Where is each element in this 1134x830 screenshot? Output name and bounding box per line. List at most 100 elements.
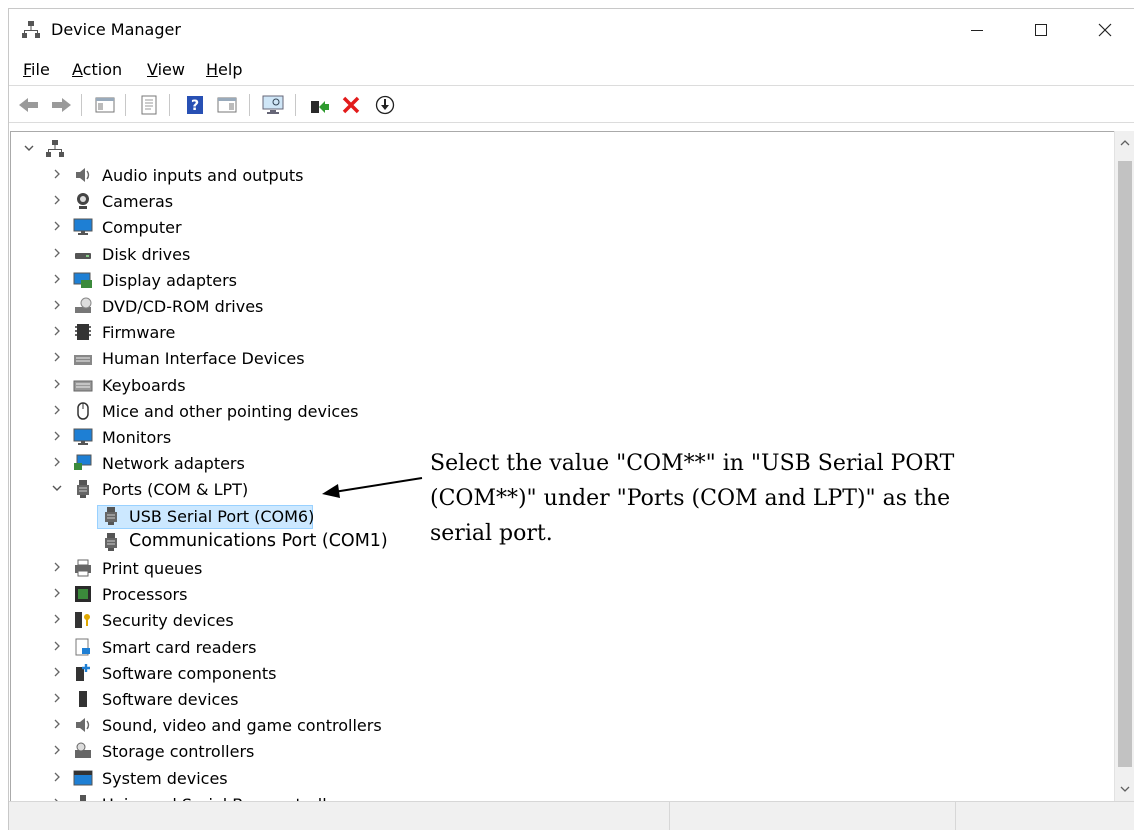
- chevron-right-icon[interactable]: [49, 192, 65, 208]
- tree-category-label: Ports (COM & LPT): [102, 480, 249, 499]
- tree-root[interactable]: [11, 136, 1111, 162]
- back-icon: [19, 98, 38, 112]
- tree-category-label: Keyboards: [102, 376, 186, 395]
- vertical-scrollbar[interactable]: [1114, 131, 1134, 801]
- processor-icon: [75, 586, 91, 602]
- device-manager-window: Device Manager File Action View Help ? A…: [8, 8, 1134, 830]
- camera-icon: [77, 193, 89, 209]
- chevron-down-icon[interactable]: [49, 480, 65, 496]
- chevron-right-icon[interactable]: [49, 690, 65, 706]
- speaker-icon: [76, 718, 90, 732]
- toolbar-separator: [125, 94, 126, 116]
- chevron-right-icon[interactable]: [49, 166, 65, 182]
- port-icon: [77, 480, 89, 498]
- tree-category[interactable]: Processors: [11, 581, 1111, 607]
- chevron-right-icon[interactable]: [49, 297, 65, 313]
- tree-category[interactable]: Print queues: [11, 555, 1111, 581]
- properties-button[interactable]: [137, 93, 161, 117]
- chevron-right-icon[interactable]: [49, 638, 65, 654]
- tree-category[interactable]: Cameras: [11, 188, 1111, 214]
- tree-device-label: Communications Port (COM1): [129, 531, 388, 551]
- menu-file[interactable]: File: [23, 60, 50, 79]
- tree-category[interactable]: Display adapters: [11, 267, 1111, 293]
- chevron-right-icon[interactable]: [49, 716, 65, 732]
- show-action-pane-button[interactable]: [215, 93, 239, 117]
- maximize-button[interactable]: [1009, 9, 1073, 51]
- update-driver-button[interactable]: [307, 93, 331, 117]
- chevron-right-icon[interactable]: [49, 769, 65, 785]
- forward-button[interactable]: [49, 93, 73, 117]
- tree-category[interactable]: Mice and other pointing devices: [11, 398, 1111, 424]
- toolbar: ?: [9, 87, 1134, 123]
- scan-hardware-button[interactable]: [261, 93, 285, 117]
- tree-category-label: Storage controllers: [102, 742, 255, 761]
- chevron-right-icon[interactable]: [49, 585, 65, 601]
- tree-category[interactable]: Computer: [11, 214, 1111, 240]
- network-adapter-icon: [74, 454, 92, 470]
- tree-category[interactable]: Storage controllers: [11, 738, 1111, 764]
- chevron-right-icon[interactable]: [49, 271, 65, 287]
- chevron-right-icon[interactable]: [49, 428, 65, 444]
- properties-icon: [141, 95, 157, 115]
- chevron-right-icon[interactable]: [49, 664, 65, 680]
- scroll-up-button[interactable]: [1115, 131, 1134, 155]
- menu-help[interactable]: Help: [206, 60, 242, 79]
- chevron-right-icon[interactable]: [49, 611, 65, 627]
- tree-category[interactable]: Audio inputs and outputs: [11, 162, 1111, 188]
- tree-category[interactable]: Human Interface Devices: [11, 345, 1111, 371]
- help-button[interactable]: ?: [183, 93, 207, 117]
- annotation-arrow: [322, 477, 423, 498]
- chevron-right-icon[interactable]: [49, 376, 65, 392]
- tree-device[interactable]: Communications Port (COM1): [11, 529, 1111, 555]
- tree-category[interactable]: System devices: [11, 765, 1111, 791]
- title-bar[interactable]: Device Manager: [9, 9, 1134, 51]
- tree-device-selected[interactable]: USB Serial Port (COM6): [11, 503, 1111, 529]
- tree-category[interactable]: Disk drives: [11, 241, 1111, 267]
- maximize-icon: [1035, 24, 1047, 36]
- close-button[interactable]: [1073, 9, 1134, 51]
- tree-category[interactable]: Sound, video and game controllers: [11, 712, 1111, 738]
- tree-category[interactable]: Keyboards: [11, 372, 1111, 398]
- scroll-down-button[interactable]: [1115, 777, 1134, 801]
- monitor-icon: [73, 428, 93, 445]
- status-cell: [955, 802, 1134, 830]
- tree-category[interactable]: Software components: [11, 660, 1111, 686]
- scroll-thumb[interactable]: [1118, 161, 1132, 767]
- back-button[interactable]: [17, 93, 41, 117]
- tree-category[interactable]: Software devices: [11, 686, 1111, 712]
- tree-category-label: Processors: [102, 585, 188, 604]
- tree-category-label: Firmware: [102, 323, 176, 342]
- scan-hardware-icon: [262, 95, 284, 114]
- annotation-line-1: Select the value "COM**" in "USB Serial …: [430, 451, 955, 476]
- chevron-right-icon[interactable]: [49, 402, 65, 418]
- chevron-right-icon[interactable]: [49, 218, 65, 234]
- tree-category-label: Mice and other pointing devices: [102, 402, 359, 421]
- tree-device-label: USB Serial Port (COM6): [129, 507, 315, 526]
- tree-category-label: Monitors: [102, 428, 172, 447]
- chevron-right-icon[interactable]: [49, 454, 65, 470]
- menu-action[interactable]: Action: [72, 60, 122, 79]
- tree-category[interactable]: Smart card readers: [11, 634, 1111, 660]
- chevron-right-icon[interactable]: [49, 559, 65, 575]
- chevron-down-icon[interactable]: [21, 140, 37, 156]
- minimize-button[interactable]: [945, 9, 1009, 51]
- port-icon: [105, 533, 117, 551]
- software-device-icon: [79, 691, 87, 707]
- tree-category-label: Sound, video and game controllers: [102, 716, 382, 735]
- tree-category[interactable]: Security devices: [11, 607, 1111, 633]
- chevron-right-icon[interactable]: [49, 349, 65, 365]
- disable-device-button[interactable]: [373, 93, 397, 117]
- chevron-right-icon[interactable]: [49, 323, 65, 339]
- system-devices-icon: [73, 770, 93, 786]
- menu-view[interactable]: View: [147, 60, 185, 79]
- chevron-right-icon[interactable]: [49, 742, 65, 758]
- menu-bar: File Action View Help: [9, 56, 1134, 86]
- uninstall-device-button[interactable]: [339, 93, 363, 117]
- tree-category[interactable]: Firmware: [11, 319, 1111, 345]
- tree-category[interactable]: DVD/CD-ROM drives: [11, 293, 1111, 319]
- tree-category[interactable]: Universal Serial Bus controllers: [11, 791, 1111, 801]
- smart-card-icon: [75, 638, 90, 656]
- chevron-right-icon[interactable]: [49, 245, 65, 261]
- show-hide-console-tree-button[interactable]: [93, 93, 117, 117]
- speaker-icon: [76, 168, 90, 182]
